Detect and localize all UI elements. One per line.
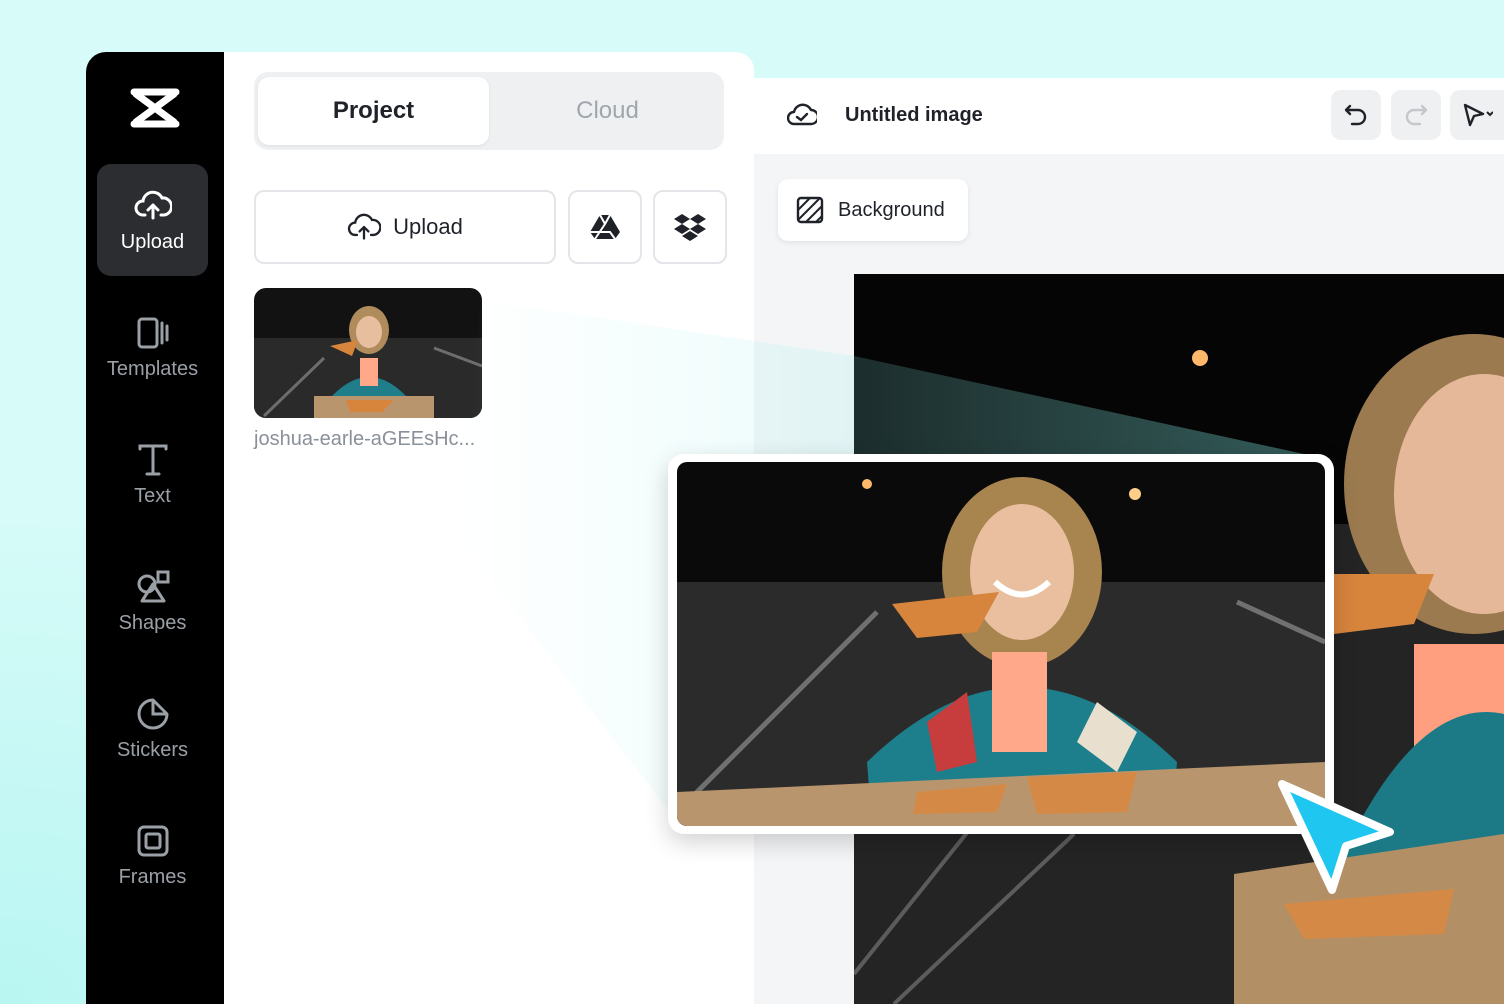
background-button[interactable]: Background [778,179,968,241]
select-tool-button[interactable] [1450,90,1504,140]
upload-button-label: Upload [393,214,463,239]
capcut-logo-icon[interactable] [130,86,180,130]
undo-icon [1344,104,1367,126]
dropbox-button[interactable] [653,190,727,264]
shapes-icon [137,570,169,602]
sidebar-item-templates[interactable]: Templates [97,291,208,403]
sidebar-item-label: Frames [118,865,187,888]
google-drive-button[interactable] [568,190,642,264]
text-icon [138,444,167,475]
source-tabs: Project Cloud [254,72,724,150]
photo-thumbnail-image [254,288,482,418]
google-drive-icon [590,214,620,240]
upload-button[interactable]: Upload [254,190,556,264]
cloud-upload-icon [134,190,172,219]
redo-icon [1405,104,1428,126]
background-button-label: Background [838,198,945,221]
tab-cloud[interactable]: Cloud [492,77,723,145]
redo-button[interactable] [1391,90,1441,140]
media-filename: joshua-earle-aGEEsHc... [254,428,476,450]
templates-icon [137,317,168,348]
sidebar-item-shapes[interactable]: Shapes [97,545,208,657]
preview-photo [677,462,1325,826]
preview-image-frame [677,462,1325,826]
background-pattern-icon [796,196,824,224]
sidebar-item-frames[interactable]: Frames [97,799,208,911]
preview-popup[interactable] [668,454,1334,834]
media-thumbnail[interactable] [254,288,482,418]
cloud-saved-icon [787,103,817,126]
sidebar-item-label: Upload [120,230,185,253]
document-title[interactable]: Untitled image [845,104,983,127]
dropbox-icon [674,214,706,241]
sidebar-item-label: Stickers [116,738,189,761]
editor-topbar: Untitled image [754,78,1504,154]
cursor-pointer-icon [1278,780,1394,894]
frame-icon [137,825,168,856]
sidebar-item-label: Templates [106,357,199,380]
sidebar-item-label: Shapes [118,611,187,634]
pointer-icon [1463,103,1493,127]
sidebar-item-stickers[interactable]: Stickers [97,672,208,784]
sidebar-item-text[interactable]: Text [97,418,208,530]
sticker-icon [137,698,168,729]
undo-button[interactable] [1331,90,1381,140]
sidebar-item-upload[interactable]: Upload [97,164,208,276]
tab-project[interactable]: Project [258,77,489,145]
sidebar: Upload Templates Text Shapes Stickers Fr… [86,52,224,1004]
sidebar-item-label: Text [134,484,171,507]
cloud-upload-icon [348,213,382,240]
